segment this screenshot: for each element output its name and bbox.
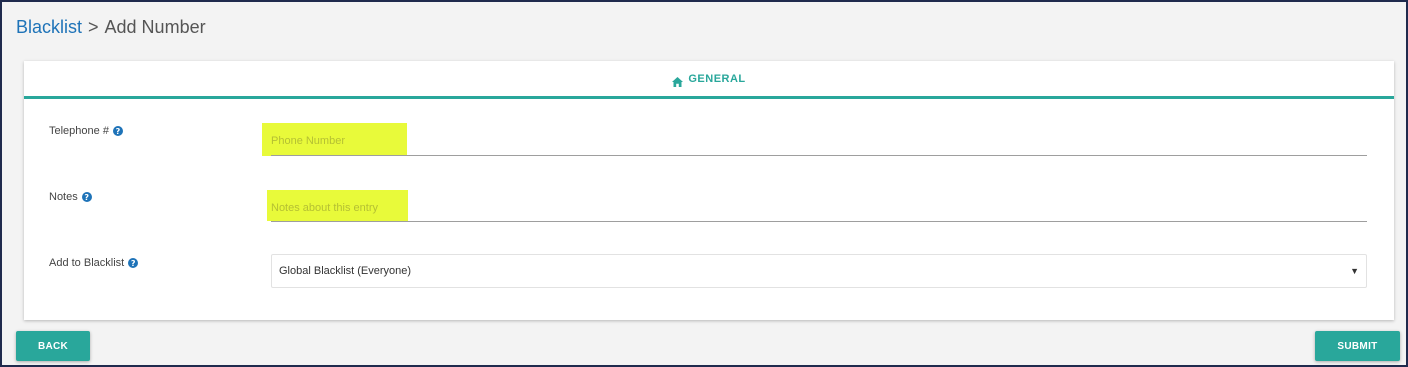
- question-circle-icon[interactable]: ?: [128, 258, 139, 268]
- form-card: GENERAL Telephone # ? Notes ? Add to Bla…: [24, 61, 1394, 320]
- blacklist-label: Add to Blacklist: [49, 257, 125, 269]
- telephone-label-group: Telephone # ?: [49, 125, 123, 137]
- tab-general[interactable]: GENERAL: [688, 73, 745, 85]
- tab-bar: GENERAL: [24, 61, 1394, 99]
- home-icon: [672, 74, 684, 87]
- telephone-input-wrap: [271, 127, 1367, 156]
- blacklist-select[interactable]: Global Blacklist (Everyone) ▼: [271, 254, 1367, 288]
- notes-input[interactable]: [271, 194, 1367, 221]
- question-circle-icon[interactable]: ?: [112, 126, 123, 136]
- telephone-label: Telephone #: [49, 125, 109, 137]
- back-button[interactable]: BACK: [16, 331, 90, 361]
- page-title: Add Number: [104, 17, 206, 37]
- submit-button[interactable]: SUBMIT: [1315, 331, 1400, 361]
- breadcrumb-separator: >: [88, 17, 99, 37]
- blacklist-selected-value: Global Blacklist (Everyone): [279, 265, 412, 277]
- blacklist-label-group: Add to Blacklist ?: [49, 257, 139, 269]
- notes-label: Notes: [49, 191, 78, 203]
- breadcrumb: Blacklist > Add Number: [16, 17, 206, 38]
- notes-input-wrap: [271, 194, 1367, 222]
- telephone-input[interactable]: [271, 127, 1367, 155]
- question-circle-icon[interactable]: ?: [81, 192, 92, 202]
- notes-label-group: Notes ?: [49, 191, 92, 203]
- breadcrumb-link-blacklist[interactable]: Blacklist: [16, 17, 82, 38]
- caret-down-icon: ▼: [1350, 266, 1359, 276]
